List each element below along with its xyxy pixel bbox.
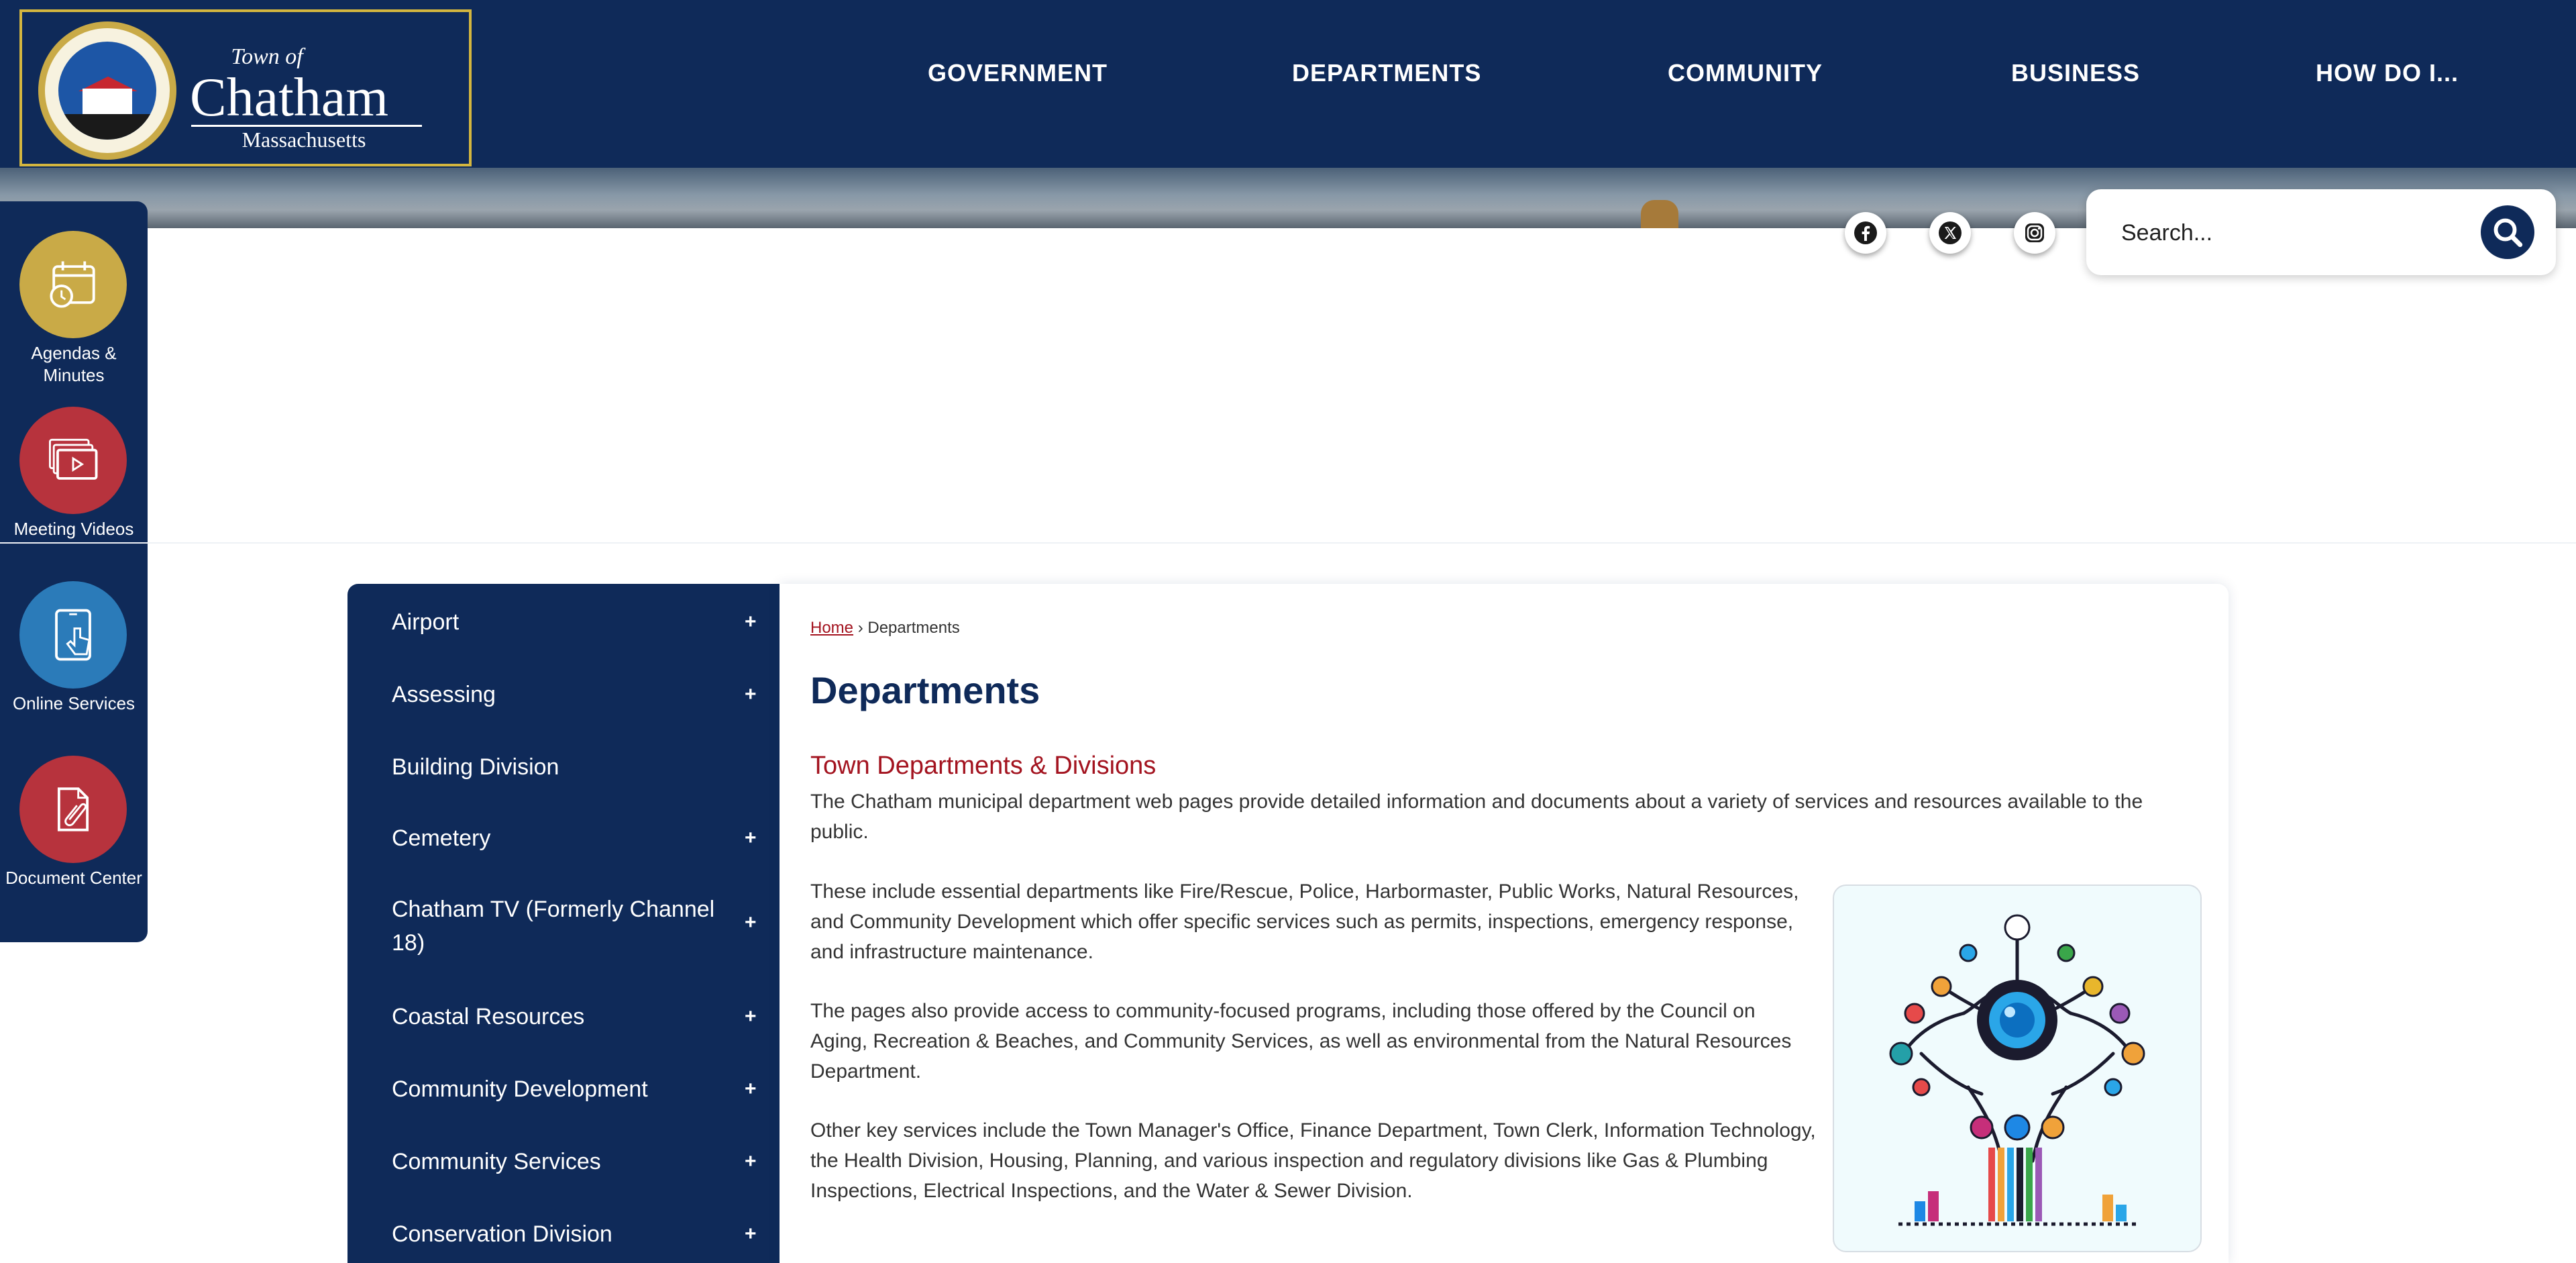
hero-buoy-image bbox=[1641, 200, 1678, 228]
side-nav-label: Airport bbox=[392, 609, 460, 635]
side-nav-item-chatham-tv-formerly-channel-18[interactable]: Chatham TV (Formerly Channel 18) + bbox=[392, 893, 757, 960]
side-nav-label: Chatham TV (Formerly Channel 18) bbox=[392, 897, 715, 956]
side-nav-item-building-division[interactable]: Building Division bbox=[392, 750, 754, 784]
logo-town-name: Chatham bbox=[190, 66, 389, 128]
side-nav-label: Assessing bbox=[392, 682, 496, 707]
logo-state: Massachusetts bbox=[241, 128, 366, 152]
nav-business[interactable]: BUSINESS bbox=[2011, 59, 2140, 87]
search-box bbox=[2086, 189, 2556, 275]
side-nav-item-community-development[interactable]: Community Development + bbox=[392, 1072, 757, 1106]
side-nav-item-cemetery[interactable]: Cemetery + bbox=[392, 821, 757, 855]
community-programs-paragraph: The pages also provide access to communi… bbox=[810, 1000, 1792, 1082]
side-nav-label: Coastal Resources bbox=[392, 1004, 585, 1029]
facebook-icon[interactable] bbox=[1845, 212, 1886, 254]
side-nav-item-airport[interactable]: Airport + bbox=[392, 605, 757, 639]
expand-plus-icon[interactable]: + bbox=[745, 1072, 757, 1106]
town-seal-icon bbox=[38, 21, 176, 160]
expand-plus-icon[interactable]: + bbox=[745, 906, 757, 940]
essential-departments-paragraph: These include essential departments like… bbox=[810, 880, 1799, 963]
x-twitter-icon[interactable] bbox=[1929, 212, 1971, 254]
nav-community[interactable]: COMMUNITY bbox=[1668, 59, 1823, 87]
nav-how-do-i[interactable]: HOW DO I... bbox=[2316, 59, 2459, 87]
section-divider bbox=[0, 542, 2576, 544]
quick-link-label: Meeting Videos bbox=[13, 519, 134, 539]
video-play-icon bbox=[19, 407, 127, 514]
quick-links-panel: Agendas & Minutes Meeting Videos Online … bbox=[0, 201, 148, 942]
key-services-paragraph: Other key services include the Town Mana… bbox=[810, 1119, 1816, 1202]
quick-link-label: Document Center bbox=[5, 868, 142, 888]
page-title: Departments bbox=[810, 669, 1040, 711]
side-nav-item-conservation-division[interactable]: Conservation Division + bbox=[392, 1217, 757, 1251]
department-side-nav: Airport + Assessing + Building Division Cemet… bbox=[347, 584, 780, 1263]
tablet-tap-icon bbox=[19, 581, 127, 689]
side-nav-label: Conservation Division bbox=[392, 1221, 612, 1247]
side-nav-label: Community Services bbox=[392, 1149, 601, 1174]
quick-link-label: Agendas & Minutes bbox=[31, 343, 117, 385]
side-nav-label: Community Development bbox=[392, 1076, 648, 1102]
breadcrumb: Home › Departments bbox=[810, 619, 960, 638]
side-nav-item-community-services[interactable]: Community Services + bbox=[392, 1145, 757, 1178]
expand-plus-icon[interactable]: + bbox=[745, 1145, 757, 1178]
breadcrumb-separator: › bbox=[857, 619, 863, 637]
search-input[interactable] bbox=[2120, 212, 2471, 254]
search-icon bbox=[2493, 218, 2523, 248]
side-nav-item-coastal-resources[interactable]: Coastal Resources + bbox=[392, 1000, 757, 1033]
expand-plus-icon[interactable]: + bbox=[745, 1217, 757, 1251]
nav-departments[interactable]: DEPARTMENTS bbox=[1292, 59, 1481, 87]
intro-paragraph: The Chatham municipal department web pag… bbox=[810, 791, 2143, 843]
breadcrumb-home-link[interactable]: Home bbox=[810, 619, 853, 637]
side-nav-label: Building Division bbox=[392, 754, 559, 780]
instagram-icon[interactable] bbox=[2014, 212, 2055, 254]
logo-rule bbox=[191, 125, 422, 127]
search-button[interactable] bbox=[2481, 205, 2534, 259]
quick-link-label: Online Services bbox=[12, 693, 136, 713]
expand-plus-icon[interactable]: + bbox=[745, 1000, 757, 1033]
site-header: Town of Chatham Massachusetts GOVERNMENT… bbox=[0, 0, 2576, 168]
section-subheading: Town Departments & Divisions bbox=[810, 752, 1157, 780]
paperclip-document-icon bbox=[19, 756, 127, 863]
expand-plus-icon[interactable]: + bbox=[745, 678, 757, 711]
calendar-clock-icon bbox=[19, 231, 127, 338]
side-nav-label: Cemetery bbox=[392, 825, 491, 851]
main-content: Home › Departments Departments Town Depa… bbox=[780, 584, 2229, 1263]
nav-government[interactable]: GOVERNMENT bbox=[928, 59, 1108, 87]
side-nav-item-assessing[interactable]: Assessing + bbox=[392, 678, 757, 711]
departments-network-illustration bbox=[1833, 885, 2202, 1252]
site-logo[interactable]: Town of Chatham Massachusetts bbox=[19, 9, 472, 166]
breadcrumb-current: Departments bbox=[867, 619, 960, 637]
expand-plus-icon[interactable]: + bbox=[745, 821, 757, 855]
expand-plus-icon[interactable]: + bbox=[745, 605, 757, 639]
